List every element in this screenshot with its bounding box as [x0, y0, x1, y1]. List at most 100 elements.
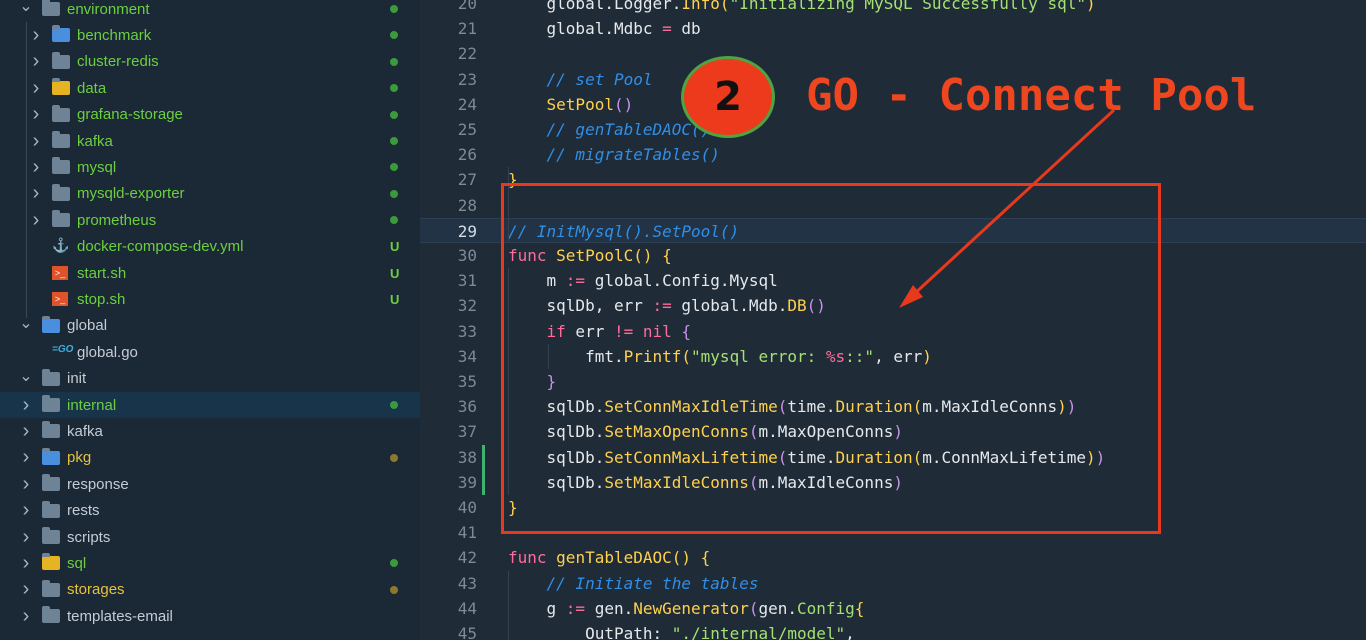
file-explorer: ⌄ environment › benchmark › cluster-redis › dat… — [0, 0, 420, 640]
explorer-item[interactable]: ⌄ environment — [0, 0, 420, 22]
folder-icon — [52, 210, 70, 228]
line-number: 42 — [457, 548, 477, 568]
git-modified-dot — [390, 559, 398, 568]
explorer-item[interactable]: › response — [0, 471, 420, 497]
indent-guide — [508, 570, 509, 640]
explorer-item[interactable]: › grafana-storage — [0, 102, 420, 128]
git-modified-dot — [390, 5, 398, 13]
explorer-item[interactable]: ⌄ global — [0, 313, 420, 339]
code-text: // Initiate the tables — [546, 573, 759, 593]
line-number: 45 — [457, 624, 477, 640]
chevron-right-icon[interactable]: › — [20, 418, 32, 444]
code-line[interactable]: 22 — [420, 41, 1366, 66]
folder-icon — [52, 104, 70, 122]
explorer-item[interactable]: › benchmark — [0, 22, 420, 48]
folder-icon — [42, 0, 60, 16]
explorer-item[interactable]: >_ stop.sh U — [0, 286, 420, 312]
line-number: 40 — [457, 498, 477, 517]
code-text: // genTableDAOC() — [546, 120, 711, 139]
line-number: 26 — [457, 145, 477, 165]
chevron-down-icon[interactable]: ⌄ — [19, 363, 32, 389]
code-line[interactable]: 21 global.Mdbc = db — [420, 16, 1366, 41]
chevron-right-icon[interactable]: › — [20, 445, 32, 471]
line-number: 28 — [457, 195, 477, 215]
line-number: 24 — [457, 94, 477, 114]
annotation-title: GO - Connect Pool — [806, 70, 1257, 121]
line-number: 38 — [457, 447, 477, 467]
git-modified-dot — [390, 110, 398, 119]
chevron-right-icon[interactable]: › — [20, 577, 32, 603]
explorer-item[interactable]: › kafka — [0, 418, 420, 444]
explorer-item[interactable]: › rests — [0, 498, 420, 524]
explorer-item[interactable]: ⚓ docker-compose-dev.yml U — [0, 234, 420, 260]
docker-icon: ⚓ — [52, 236, 70, 253]
chevron-right-icon[interactable]: › — [20, 471, 32, 497]
git-modified-dot — [390, 137, 398, 145]
explorer-item[interactable]: › pkg — [0, 445, 420, 471]
explorer-item-label: cluster-redis — [77, 53, 159, 71]
chevron-right-icon[interactable]: › — [20, 498, 32, 524]
line-number: 32 — [457, 296, 477, 316]
line-number: 37 — [457, 422, 477, 442]
chevron-right-icon[interactable]: › — [20, 603, 32, 629]
explorer-item-label: rests — [67, 502, 100, 520]
chevron-right-icon[interactable]: › — [20, 392, 32, 418]
explorer-item[interactable]: › data — [0, 75, 420, 101]
explorer-item-label: docker-compose-dev.yml — [77, 238, 244, 256]
explorer-item[interactable]: › mysqld-exporter — [0, 181, 420, 207]
chevron-down-icon[interactable]: ⌄ — [19, 0, 32, 19]
code-line[interactable]: 42 func genTableDAOC() { — [420, 545, 1366, 570]
line-number: 44 — [457, 598, 477, 618]
code-text: // migrateTables() — [546, 145, 720, 165]
explorer-item[interactable]: › mysql — [0, 154, 420, 180]
explorer-item[interactable]: › cluster-redis — [0, 49, 420, 75]
explorer-item[interactable]: › sql — [0, 550, 420, 576]
chevron-right-icon[interactable]: › — [20, 550, 32, 576]
highlight-box — [501, 183, 1161, 534]
git-change-indicator — [482, 469, 485, 495]
code-line[interactable]: 45 OutPath: "./internal/model", — [420, 621, 1366, 640]
chevron-right-icon[interactable]: › — [30, 154, 42, 180]
explorer-item-label: environment — [67, 0, 150, 18]
explorer-item[interactable]: › templates-email — [0, 603, 420, 629]
explorer-item-label: prometheus — [77, 211, 157, 229]
explorer-item[interactable]: >_ start.sh U — [0, 260, 420, 286]
code-line[interactable]: 44 g := gen.NewGenerator(gen.Config{ — [420, 596, 1366, 621]
explorer-item[interactable]: ⌄ init — [0, 366, 420, 392]
git-modified-dot — [390, 189, 398, 198]
explorer-item-label: data — [77, 79, 107, 97]
code-line[interactable]: 43 // Initiate the tables — [420, 571, 1366, 596]
line-number: 31 — [457, 271, 477, 291]
chevron-right-icon[interactable]: › — [20, 524, 32, 550]
git-untracked-badge: U — [390, 239, 400, 255]
chevron-right-icon[interactable]: › — [30, 75, 42, 101]
chevron-right-icon[interactable]: › — [30, 102, 42, 128]
line-number: 21 — [457, 19, 477, 39]
chevron-right-icon[interactable]: › — [30, 22, 42, 48]
chevron-right-icon[interactable]: › — [30, 181, 42, 207]
explorer-item[interactable]: › storages — [0, 577, 420, 603]
explorer-item[interactable]: › scripts — [0, 524, 420, 550]
chevron-right-icon[interactable]: › — [30, 49, 42, 75]
code-line[interactable]: 26 // migrateTables() — [420, 142, 1366, 167]
explorer-item[interactable]: › prometheus — [0, 207, 420, 233]
code-text: OutPath: "./internal/model", — [508, 624, 855, 640]
chevron-right-icon[interactable]: › — [30, 207, 42, 233]
explorer-item-label: init — [67, 370, 87, 388]
folder-icon — [42, 368, 60, 386]
chevron-right-icon[interactable]: › — [30, 128, 42, 154]
folder-icon — [42, 447, 60, 465]
code-line[interactable]: 20 global.Logger.Info("Initializing MySQ… — [420, 0, 1366, 16]
explorer-item-label: benchmark — [77, 26, 152, 44]
folder-icon — [52, 183, 70, 201]
chevron-down-icon[interactable]: ⌄ — [19, 310, 32, 336]
step-badge: 2 — [681, 56, 775, 138]
explorer-item[interactable]: › kafka — [0, 128, 420, 154]
explorer-item[interactable]: =GO global.go — [0, 339, 420, 365]
line-number: 27 — [457, 170, 477, 190]
git-modified-dot — [390, 453, 398, 462]
line-number: 34 — [457, 346, 477, 366]
explorer-item[interactable]: › internal — [0, 392, 420, 418]
git-modified-dot — [390, 163, 398, 172]
line-number: 43 — [457, 573, 477, 593]
